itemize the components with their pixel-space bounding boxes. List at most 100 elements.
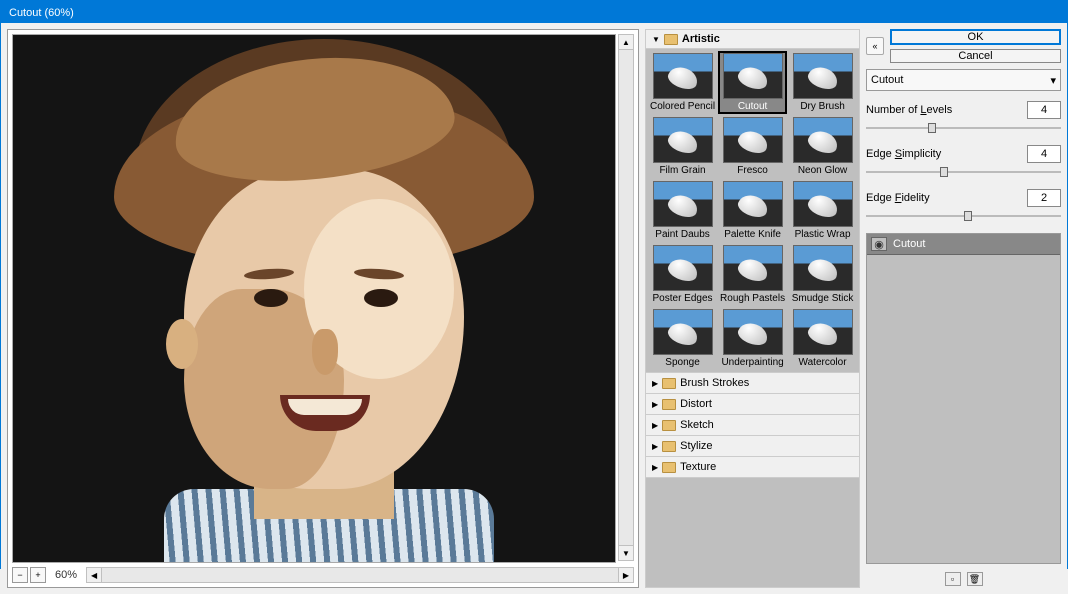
collapse-panel-button[interactable]: « [866, 37, 884, 55]
thumb-preview-icon [723, 53, 783, 99]
filter-thumb-paint-daubs[interactable]: Paint Daubs [648, 179, 717, 242]
zoom-out-button[interactable]: − [12, 567, 28, 583]
cancel-button[interactable]: Cancel [890, 49, 1061, 63]
filter-thumb-sponge[interactable]: Sponge [648, 307, 717, 370]
expand-arrow-icon: ▶ [652, 379, 658, 388]
thumb-preview-icon [793, 117, 853, 163]
category-label: Stylize [680, 440, 712, 452]
category-texture[interactable]: ▶ Texture [645, 457, 860, 478]
filter-thumb-smudge-stick[interactable]: Smudge Stick [788, 243, 857, 306]
levels-slider[interactable] [866, 121, 1061, 135]
filter-thumb-cutout[interactable]: Cutout [718, 51, 787, 114]
preview-artwork [54, 34, 574, 563]
effect-layers-empty [867, 255, 1060, 563]
thumb-preview-icon [793, 53, 853, 99]
simplicity-slider[interactable] [866, 165, 1061, 179]
expand-arrow-icon: ▶ [652, 463, 658, 472]
thumb-preview-icon [793, 309, 853, 355]
ok-button[interactable]: OK [890, 29, 1061, 45]
thumb-preview-icon [723, 245, 783, 291]
category-sketch[interactable]: ▶ Sketch [645, 415, 860, 436]
thumb-preview-icon [653, 245, 713, 291]
new-effect-layer-button[interactable]: ▫ [945, 572, 961, 586]
visibility-eye-icon[interactable]: ◉ [871, 237, 887, 251]
thumb-label: Watercolor [799, 357, 847, 368]
zoom-in-button[interactable]: + [30, 567, 46, 583]
gallery-empty-area [645, 478, 860, 588]
filter-params: Number of Levels Edge Simplicity [866, 97, 1061, 227]
thumb-label: Film Grain [659, 165, 705, 176]
category-label: Sketch [680, 419, 714, 431]
expand-arrow-icon: ▶ [652, 421, 658, 430]
category-brush-strokes[interactable]: ▶ Brush Strokes [645, 373, 860, 394]
action-buttons: « OK Cancel [866, 29, 1061, 63]
levels-input[interactable] [1027, 101, 1061, 119]
titlebar: Cutout (60%) [1, 1, 1067, 23]
category-label: Artistic [682, 33, 720, 45]
thumb-preview-icon [793, 181, 853, 227]
category-distort[interactable]: ▶ Distort [645, 394, 860, 415]
thumb-label: Palette Knife [724, 229, 781, 240]
fidelity-input[interactable] [1027, 189, 1061, 207]
vertical-scrollbar[interactable] [618, 34, 634, 561]
filter-thumb-poster-edges[interactable]: Poster Edges [648, 243, 717, 306]
preview-pane: − + 60% [7, 29, 639, 588]
param-label-levels: Number of Levels [866, 104, 952, 116]
thumbs-area: Colored PencilCutout Dry Brush Film Grain F… [645, 49, 860, 373]
content: − + 60% ▼ Artistic Colored PencilCutoutD… [1, 23, 1067, 594]
thumb-label: Neon Glow [798, 165, 847, 176]
delete-effect-layer-button[interactable]: 🗑 [967, 572, 983, 586]
thumb-label: Dry Brush [800, 101, 844, 112]
folder-icon [662, 462, 676, 473]
filter-thumb-dry-brush[interactable]: Dry Brush [788, 51, 857, 114]
category-label: Texture [680, 461, 716, 473]
filter-thumb-plastic-wrap[interactable]: Plastic Wrap [788, 179, 857, 242]
effect-layers-footer: ▫ 🗑 [866, 570, 1061, 588]
thumb-preview-icon [653, 53, 713, 99]
filter-gallery-window: Cutout (60%) [0, 0, 1068, 569]
thumbs-grid: Colored PencilCutout Dry Brush Film Grain F… [648, 51, 857, 370]
thumb-label: Rough Pastels [720, 293, 785, 304]
expand-arrow-icon: ▶ [652, 400, 658, 409]
controls-pane: « OK Cancel Cutout ▾ Number of Levels [866, 29, 1061, 588]
simplicity-input[interactable] [1027, 145, 1061, 163]
zoom-level[interactable]: 60% [48, 568, 84, 582]
category-label: Distort [680, 398, 712, 410]
thumb-label: Paint Daubs [655, 229, 709, 240]
fidelity-slider[interactable] [866, 209, 1061, 223]
category-stylize[interactable]: ▶ Stylize [645, 436, 860, 457]
folder-icon [662, 420, 676, 431]
param-edge-fidelity: Edge Fidelity [866, 189, 1061, 223]
effect-layer-row[interactable]: ◉ Cutout [867, 234, 1060, 255]
expand-arrow-icon: ▶ [652, 442, 658, 451]
thumb-preview-icon [793, 245, 853, 291]
preview-image[interactable] [12, 34, 616, 563]
param-number-of-levels: Number of Levels [866, 101, 1061, 135]
thumb-label: Underpainting [721, 357, 783, 368]
horizontal-scrollbar[interactable] [86, 567, 634, 583]
param-label-simplicity: Edge Simplicity [866, 148, 941, 160]
filter-thumb-rough-pastels[interactable]: Rough Pastels [718, 243, 787, 306]
category-artistic[interactable]: ▼ Artistic [645, 29, 860, 49]
param-label-fidelity: Edge Fidelity [866, 192, 930, 204]
filter-thumb-fresco[interactable]: Fresco [718, 115, 787, 178]
thumb-label: Sponge [665, 357, 699, 368]
category-label: Brush Strokes [680, 377, 749, 389]
filter-thumb-palette-knife[interactable]: Palette Knife [718, 179, 787, 242]
filter-thumb-underpainting[interactable]: Underpainting [718, 307, 787, 370]
filter-thumb-watercolor[interactable]: Watercolor [788, 307, 857, 370]
thumb-label: Poster Edges [653, 293, 713, 304]
filter-thumb-film-grain[interactable]: Film Grain [648, 115, 717, 178]
effect-layer-name: Cutout [893, 238, 925, 250]
thumb-label: Fresco [737, 165, 768, 176]
gallery-pane: ▼ Artistic Colored PencilCutout Dry Brush… [645, 29, 860, 588]
filter-dropdown[interactable]: Cutout ▾ [866, 69, 1061, 91]
folder-icon [662, 441, 676, 452]
thumb-preview-icon [653, 117, 713, 163]
preview-bottom-bar: − + 60% [8, 567, 638, 587]
param-edge-simplicity: Edge Simplicity [866, 145, 1061, 179]
collapse-arrow-icon: ▼ [652, 35, 660, 44]
filter-thumb-colored-pencil[interactable]: Colored Pencil [648, 51, 717, 114]
filter-thumb-neon-glow[interactable]: Neon Glow [788, 115, 857, 178]
thumb-label: Plastic Wrap [795, 229, 851, 240]
